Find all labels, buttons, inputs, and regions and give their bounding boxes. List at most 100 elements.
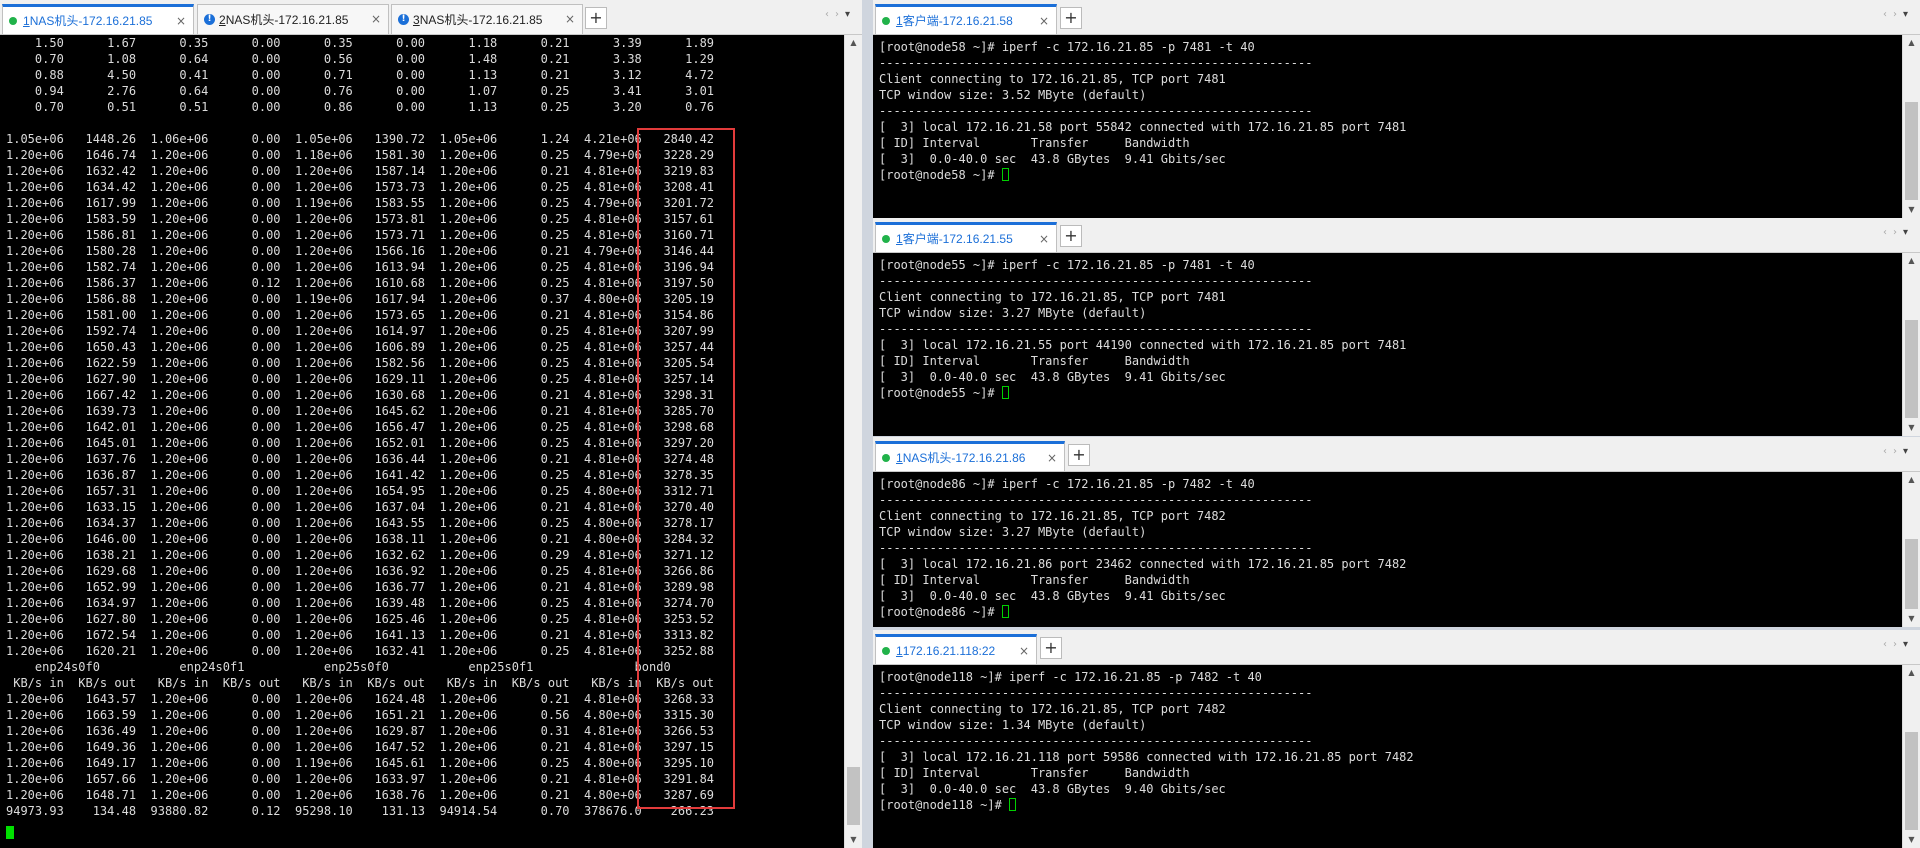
tab-menu-icon[interactable]: ▾ — [1903, 9, 1914, 20]
pane-scrollbar[interactable]: ▲ ▼ — [1902, 665, 1920, 848]
terminal-line-text: [root@node58 ~]# — [879, 168, 1002, 182]
tab-number: 3 — [413, 12, 420, 27]
next-tab-icon[interactable]: › — [1893, 9, 1903, 20]
terminal-cursor — [6, 826, 14, 839]
next-tab-icon[interactable]: › — [1893, 227, 1903, 238]
close-icon[interactable]: × — [1039, 232, 1049, 246]
scrollbar-thumb[interactable] — [1905, 732, 1918, 830]
prev-tab-icon[interactable]: ‹ — [1883, 9, 1893, 20]
scroll-up-icon[interactable]: ▲ — [1903, 253, 1920, 269]
client-terminal-output[interactable]: [root@node58 ~]# iperf -c 172.16.21.85 -… — [873, 35, 1903, 218]
pane-tab[interactable]: 1 NAS机头-172.16.21.86 × — [875, 441, 1065, 471]
prev-tab-icon[interactable]: ‹ — [1883, 639, 1893, 650]
scroll-down-icon[interactable]: ▼ — [845, 832, 862, 848]
terminal-line-text: [root@node86 ~]# iperf -c 172.16.21.85 -… — [879, 477, 1255, 491]
scroll-up-icon[interactable]: ▲ — [1903, 665, 1920, 681]
pane-tab[interactable]: 1 客户端-172.16.21.58 × — [875, 4, 1057, 34]
left-tab-bar: 1 NAS机头-172.16.21.85 × ! 2 NAS机头-172.16.… — [0, 0, 862, 35]
scrollbar-thumb[interactable] — [1905, 320, 1918, 418]
new-tab-button[interactable]: + — [585, 7, 607, 29]
tab-menu-icon[interactable]: ▾ — [1903, 639, 1914, 650]
terminal-line: ----------------------------------------… — [879, 55, 1903, 71]
terminal-line: ----------------------------------------… — [879, 733, 1903, 749]
pane-tab-bar: 1 客户端-172.16.21.58 × + ‹›▾ — [873, 0, 1920, 35]
client-terminal-pane: 1 172.16.21.118:22 × + ‹›▾ [root@node118… — [873, 630, 1920, 848]
pane-scrollbar[interactable]: ▲ ▼ — [1902, 35, 1920, 218]
terminal-line-text: Client connecting to 172.16.21.85, TCP p… — [879, 702, 1226, 716]
new-tab-button[interactable]: + — [1060, 7, 1082, 29]
connected-status-icon — [882, 646, 890, 655]
terminal-line: [ 3] 0.0-40.0 sec 43.8 GBytes 9.41 Gbits… — [879, 369, 1903, 385]
terminal-line-text: ----------------------------------------… — [879, 56, 1313, 70]
close-icon[interactable]: × — [176, 14, 186, 28]
scroll-down-icon[interactable]: ▼ — [1903, 611, 1920, 627]
close-icon[interactable]: × — [1019, 644, 1029, 658]
tab-navigation: ‹›▾ — [1883, 446, 1914, 457]
new-tab-button[interactable]: + — [1060, 225, 1082, 247]
prev-tab-icon[interactable]: ‹ — [1883, 227, 1893, 238]
tab-menu-icon[interactable]: ▾ — [1903, 227, 1914, 238]
tab-number: 1 — [23, 13, 30, 28]
left-scrollbar[interactable]: ▲ ▼ — [844, 35, 862, 848]
terminal-line: TCP window size: 3.27 MByte (default) — [879, 524, 1903, 540]
terminal-line: ----------------------------------------… — [879, 321, 1903, 337]
scroll-up-icon[interactable]: ▲ — [1903, 472, 1920, 488]
tab-navigation: ‹›▾ — [1883, 639, 1914, 650]
close-icon[interactable]: × — [1039, 14, 1049, 28]
pane-scrollbar[interactable]: ▲ ▼ — [1902, 253, 1920, 436]
scroll-down-icon[interactable]: ▼ — [1903, 420, 1920, 436]
next-tab-icon[interactable]: › — [1893, 446, 1903, 457]
connected-status-icon — [882, 453, 890, 462]
tab-navigation: ‹›▾ — [1883, 227, 1914, 238]
terminal-line-text: ----------------------------------------… — [879, 541, 1313, 555]
pane-scrollbar[interactable]: ▲ ▼ — [1902, 472, 1920, 627]
terminal-line: [ ID] Interval Transfer Bandwidth — [879, 135, 1903, 151]
new-tab-button[interactable]: + — [1040, 637, 1062, 659]
terminal-line: ----------------------------------------… — [879, 540, 1903, 556]
scrollbar-thumb[interactable] — [1905, 539, 1918, 609]
terminal-line: [root@node55 ~]# iperf -c 172.16.21.85 -… — [879, 257, 1903, 273]
prev-tab-icon[interactable]: ‹ — [1883, 446, 1893, 457]
client-terminal-output[interactable]: [root@node86 ~]# iperf -c 172.16.21.85 -… — [873, 472, 1903, 627]
client-terminal-output[interactable]: [root@node55 ~]# iperf -c 172.16.21.85 -… — [873, 253, 1903, 436]
terminal-line-text: TCP window size: 3.27 MByte (default) — [879, 306, 1147, 320]
scrollbar-thumb[interactable] — [1905, 102, 1918, 200]
terminal-line-text: ----------------------------------------… — [879, 734, 1313, 748]
tab-menu-icon[interactable]: ▾ — [1903, 446, 1914, 457]
tab-menu-icon[interactable]: ▾ — [845, 9, 856, 20]
terminal-line: [root@node55 ~]# — [879, 385, 1903, 401]
tab-title: NAS机头-172.16.21.86 — [902, 451, 1026, 465]
new-tab-button[interactable]: + — [1068, 444, 1090, 466]
terminal-line-text: [ 3] local 172.16.21.86 port 23462 conne… — [879, 557, 1407, 571]
scroll-down-icon[interactable]: ▼ — [1903, 202, 1920, 218]
tab-nas-85-3[interactable]: ! 3 NAS机头-172.16.21.85 × — [391, 4, 583, 34]
tab-number: 1 — [896, 13, 903, 28]
prev-tab-icon[interactable]: ‹ — [825, 9, 835, 20]
terminal-line-text: [ 3] 0.0-40.0 sec 43.8 GBytes 9.40 Gbits… — [879, 782, 1226, 796]
terminal-line: [ ID] Interval Transfer Bandwidth — [879, 572, 1903, 588]
scrollbar-thumb[interactable] — [847, 767, 860, 825]
pane-tab[interactable]: 1 172.16.21.118:22 × — [875, 634, 1037, 664]
pane-tab[interactable]: 1 客户端-172.16.21.55 × — [875, 222, 1057, 252]
tab-nas-85-1[interactable]: 1 NAS机头-172.16.21.85 × — [2, 4, 194, 34]
client-terminal-pane: 1 客户端-172.16.21.58 × + ‹›▾ [root@node58 … — [873, 0, 1920, 218]
terminal-cursor — [1001, 605, 1009, 618]
scroll-up-icon[interactable]: ▲ — [1903, 35, 1920, 51]
close-icon[interactable]: × — [1047, 451, 1057, 465]
pane-tab-bar: 1 172.16.21.118:22 × + ‹›▾ — [873, 630, 1920, 665]
terminal-line: Client connecting to 172.16.21.85, TCP p… — [879, 508, 1903, 524]
next-tab-icon[interactable]: › — [1893, 639, 1903, 650]
terminal-line-text: [root@node58 ~]# iperf -c 172.16.21.85 -… — [879, 40, 1255, 54]
terminal-line: 1.50 1.67 0.35 0.00 0.35 0.00 1.18 0.21 … — [6, 36, 715, 50]
terminal-line-text: [ ID] Interval Transfer Bandwidth — [879, 766, 1190, 780]
tab-nas-85-2[interactable]: ! 2 NAS机头-172.16.21.85 × — [197, 4, 389, 34]
terminal-line-text: [ ID] Interval Transfer Bandwidth — [879, 136, 1190, 150]
scroll-up-icon[interactable]: ▲ — [845, 35, 862, 51]
client-terminal-output[interactable]: [root@node118 ~]# iperf -c 172.16.21.85 … — [873, 665, 1903, 848]
scroll-down-icon[interactable]: ▼ — [1903, 832, 1920, 848]
next-tab-icon[interactable]: › — [835, 9, 845, 20]
terminal-line: [root@node86 ~]# — [879, 604, 1903, 620]
close-icon[interactable]: × — [565, 12, 575, 26]
tab-title: NAS机头-172.16.21.85 — [29, 14, 153, 28]
close-icon[interactable]: × — [371, 12, 381, 26]
